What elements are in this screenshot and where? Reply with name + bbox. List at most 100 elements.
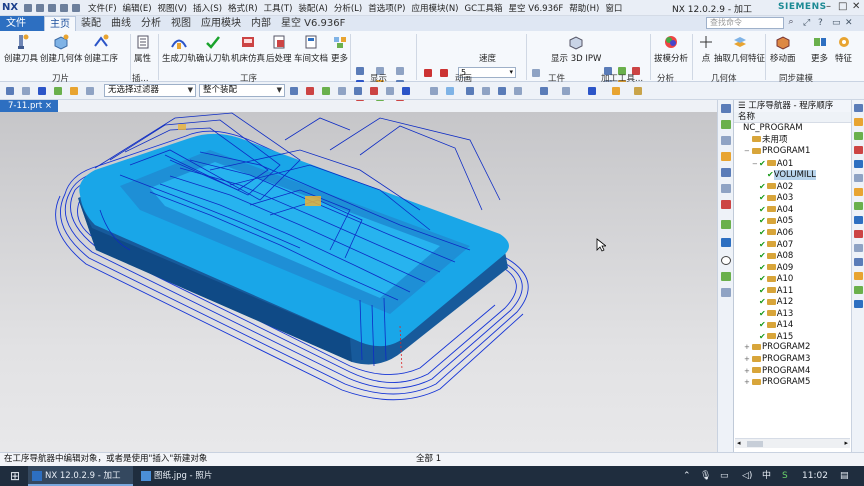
start-icon[interactable]: ⊞ (4, 466, 26, 486)
tab-2[interactable]: 装配 (76, 16, 106, 31)
tree-row[interactable]: 未用项 (744, 135, 788, 147)
move-face-button[interactable]: 移动面 (770, 32, 796, 64)
tree-row[interactable]: + PROGRAM3 (744, 354, 810, 366)
save-icon[interactable] (24, 3, 32, 12)
tool-icon[interactable] (854, 230, 863, 238)
point-button[interactable]: 点 (698, 32, 714, 64)
view-icon[interactable] (514, 87, 522, 95)
assembly-scope-select[interactable]: 整个装配 ▼ (199, 84, 285, 97)
tab-5[interactable]: 视图 (166, 16, 196, 31)
workpiece-icon[interactable] (532, 69, 540, 77)
history-icon[interactable] (721, 184, 731, 193)
snap-icon[interactable] (290, 87, 298, 95)
tab-1[interactable]: 主页 (44, 16, 76, 31)
menu-item[interactable]: 插入(S) (193, 2, 222, 14)
graphics-viewport[interactable] (0, 112, 717, 452)
create-tool-button[interactable]: 创建刀具 (4, 32, 38, 64)
microphone-icon[interactable]: 🎙 (700, 466, 711, 486)
attributes-button[interactable]: 属性 (134, 32, 151, 64)
assembly-navigator-icon[interactable] (721, 152, 731, 161)
extract-geometry-button[interactable]: 抽取几何特征 (714, 32, 765, 64)
view-icon[interactable] (466, 87, 474, 95)
menu-item[interactable]: 星空 V6.936F (509, 2, 564, 14)
tree-row[interactable]: NC_PROGRAM (736, 123, 803, 135)
select-icon[interactable] (54, 87, 62, 95)
ruler-icon[interactable] (634, 87, 642, 95)
animation-icon[interactable] (440, 69, 448, 77)
expand-toggle-icon[interactable]: + (744, 354, 751, 365)
tree-row[interactable]: ✔ A04 (752, 204, 793, 216)
view-icon[interactable] (562, 87, 570, 95)
tool-icon[interactable] (854, 188, 863, 196)
tool-icon[interactable] (854, 104, 863, 112)
taskbar-item-nx[interactable]: NX 12.0.2.9 - 加工 (28, 466, 133, 486)
draft-analysis-button[interactable]: 拔模分析 (654, 32, 688, 64)
menu-item[interactable]: 工具(T) (264, 2, 293, 14)
tool-icon[interactable] (854, 258, 863, 266)
tool-icon[interactable] (854, 244, 863, 252)
snap-icon[interactable] (386, 87, 394, 95)
menu-item[interactable]: 格式(R) (228, 2, 258, 14)
tree-row[interactable]: ✔ A15 (752, 331, 793, 343)
clock[interactable]: 11:02 (802, 466, 828, 486)
more-sync-button[interactable]: 更多 (811, 32, 828, 64)
tab-3[interactable]: 曲线 (106, 16, 136, 31)
roles-icon[interactable] (721, 200, 731, 209)
shop-docs-button[interactable]: 车间文档 (294, 32, 328, 64)
create-operation-button[interactable]: 创建工序 (84, 32, 118, 64)
process-studio-icon[interactable] (721, 272, 731, 281)
view-icon[interactable] (446, 87, 454, 95)
generate-toolpath-button[interactable]: 生成刀轨 (162, 32, 196, 64)
redo-icon[interactable] (48, 3, 56, 12)
expand-toggle-icon[interactable]: − (744, 146, 751, 157)
snap-icon[interactable] (402, 87, 410, 95)
volume-icon[interactable]: ◁) (742, 466, 752, 486)
tool-icon[interactable] (854, 118, 863, 126)
menu-item[interactable]: 视图(V) (158, 2, 187, 14)
tab-8[interactable]: 星空 V6.936F (276, 16, 350, 31)
tool-icon[interactable] (854, 272, 863, 280)
menu-item[interactable]: GC工具箱 (465, 2, 503, 14)
view-icon[interactable] (482, 87, 490, 95)
help-icon[interactable]: ? (818, 18, 823, 28)
tree-row[interactable]: ✔ A10 (752, 273, 793, 285)
tree-row[interactable]: ✔ A08 (752, 250, 793, 262)
menu-item[interactable]: 应用模块(N) (412, 2, 459, 14)
tab-0[interactable]: 文件(F) (0, 16, 44, 44)
menu-item[interactable]: 帮助(H) (569, 2, 599, 14)
display-3d-ipw-button[interactable]: 显示 3D IPW (551, 32, 601, 64)
tool-icon[interactable] (854, 146, 863, 154)
select-icon[interactable] (22, 87, 30, 95)
menu-icon[interactable] (6, 87, 14, 95)
type-filter-select[interactable]: 无选择过滤器 ▼ (104, 84, 196, 97)
scroll-left-icon[interactable]: ◂ (737, 439, 741, 447)
part-file-tab[interactable]: 7-11.prt × (0, 100, 58, 112)
snap-icon[interactable] (354, 87, 362, 95)
tree-row[interactable]: + PROGRAM5 (744, 377, 810, 389)
tree-row[interactable]: ✔ A03 (752, 192, 793, 204)
column-header-name[interactable]: 名称 (734, 112, 851, 123)
select-icon[interactable] (38, 87, 46, 95)
scrollbar-thumb[interactable] (747, 441, 763, 447)
tree-row[interactable]: ✔ A12 (752, 296, 793, 308)
machine-navigator-icon[interactable] (721, 120, 731, 129)
snap-icon[interactable] (338, 87, 346, 95)
select-icon[interactable] (70, 87, 78, 95)
tree-row[interactable]: ✔ A09 (752, 262, 793, 274)
system-materials-icon[interactable] (721, 220, 731, 229)
animation-icon[interactable] (424, 69, 432, 77)
more-operations-button[interactable]: 更多 (331, 32, 348, 64)
tool-icon[interactable] (854, 132, 863, 140)
menu-item[interactable]: 分析(L) (334, 2, 362, 14)
chevron-up-icon[interactable]: ⌃ (683, 466, 691, 486)
tool-icon[interactable] (854, 174, 863, 182)
part-navigator-icon[interactable] (721, 136, 731, 145)
menu-item[interactable]: 首选项(P) (368, 2, 405, 14)
restore-icon[interactable]: ▭ (832, 18, 841, 28)
undo-icon[interactable] (36, 3, 44, 12)
expand-toggle-icon[interactable]: + (744, 342, 751, 353)
tool-icon[interactable] (854, 202, 863, 210)
tree-row[interactable]: ✔ A11 (752, 285, 793, 297)
tree-row[interactable]: ✔ A06 (752, 227, 793, 239)
web-browser-icon[interactable] (721, 238, 731, 247)
